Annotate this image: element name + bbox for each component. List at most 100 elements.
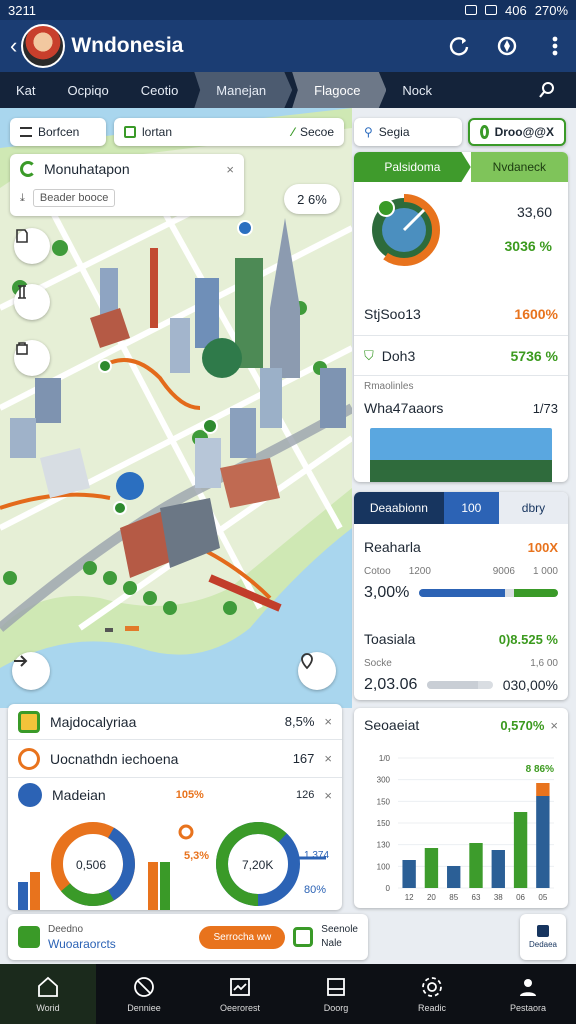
bar xyxy=(469,843,483,888)
search-icon[interactable] xyxy=(522,72,576,108)
tab-flagoce[interactable]: Flagoce xyxy=(292,72,387,108)
arrow-right-icon xyxy=(14,655,28,667)
compass-icon[interactable] xyxy=(496,35,518,57)
donut-charts xyxy=(18,822,326,910)
x-tick-label: 05 xyxy=(538,893,547,902)
profile-icon xyxy=(520,979,536,996)
landscape-photo[interactable] xyxy=(370,428,552,482)
bar xyxy=(513,812,528,888)
city-map[interactable]: Borfcen lortan ⁄ Secoe Monuhatapon × ⤓ B… xyxy=(0,108,352,708)
stats-r2-label: Toasiala xyxy=(364,631,416,647)
pin-icon: ⤓ xyxy=(20,191,25,204)
metrics-row3-label: Madeian xyxy=(52,787,106,803)
stats-r1-big: 3,00% xyxy=(364,584,410,601)
top-tabs: Kat Ocpiqo Ceotio Manejan Flagoce Nock xyxy=(0,72,576,108)
stats-tab-1[interactable]: Deaabionn xyxy=(354,492,444,524)
nav-home[interactable]: Worid xyxy=(0,964,96,1024)
overview-card: Palsidoma Nvdaneck 33,60 3036 % StjSoo13… xyxy=(354,152,568,482)
bottom-nav: Worid Denniee Oeerorest Doorg Readic Pes… xyxy=(0,964,576,1024)
location-info-card[interactable]: Monuhatapon × ⤓ Beader booce xyxy=(10,154,244,216)
donut-pct-1: 5,3% xyxy=(184,850,210,862)
calendar-icon xyxy=(18,783,42,807)
tab-ceotio[interactable]: Ceotio xyxy=(125,72,195,108)
y-tick-label: 100 xyxy=(377,862,391,871)
stats-r2-bar xyxy=(427,681,493,689)
shop-icon xyxy=(16,342,28,355)
info-title: Monuhatapon xyxy=(44,161,130,177)
close-icon[interactable]: × xyxy=(324,751,332,766)
droox-pill[interactable]: Droo@@X xyxy=(468,118,566,146)
nav-block[interactable]: Denniee xyxy=(96,964,192,1024)
stats-tab-2[interactable]: 100 xyxy=(443,492,499,524)
caption-value: 1/73 xyxy=(532,400,558,416)
map-shop-button[interactable] xyxy=(14,340,50,376)
nav-profile[interactable]: Pestaora xyxy=(480,964,576,1024)
map-filter-pill-2[interactable]: lortan ⁄ Secoe xyxy=(114,118,344,146)
metrics-row2-value: 167 xyxy=(292,751,315,766)
close-icon[interactable]: × xyxy=(324,788,332,803)
avatar[interactable] xyxy=(21,24,66,68)
chart-value: 0,570% xyxy=(500,717,545,733)
donut-pct-3: 80% xyxy=(304,884,327,896)
x-tick-label: 20 xyxy=(427,893,436,902)
more-icon[interactable] xyxy=(544,35,566,57)
refresh-icon[interactable] xyxy=(448,35,470,57)
nav-chart[interactable]: Oeerorest xyxy=(192,964,288,1024)
tool-icon: ⁄ xyxy=(291,125,294,139)
segia-pill[interactable]: ⚲ Segia xyxy=(354,118,462,146)
page-title: Wndonesia xyxy=(71,34,184,57)
tag-icon: ⚲ xyxy=(364,125,373,139)
stats-r2-end: 030,00% xyxy=(502,677,558,693)
list-icon xyxy=(20,127,32,137)
grid-icon xyxy=(18,710,40,733)
map-locate-button[interactable] xyxy=(298,652,336,690)
overview-row-value: 1600% xyxy=(514,305,558,322)
document-icon xyxy=(18,747,40,770)
gauge-icon xyxy=(368,194,440,266)
strip-card-a[interactable]: Deedno Wuoaraorcts Serrocha ww Seenole N… xyxy=(8,914,368,960)
layers-icon xyxy=(124,126,136,138)
stats-tab-3[interactable]: dbry xyxy=(498,492,568,524)
bar xyxy=(402,860,416,888)
tab-manejan[interactable]: Manejan xyxy=(194,72,293,108)
card-icon xyxy=(327,978,345,996)
x-tick-label: 38 xyxy=(494,893,503,902)
tab-kat[interactable]: Kat xyxy=(0,72,52,108)
close-icon[interactable]: × xyxy=(324,714,332,729)
close-icon[interactable]: × xyxy=(550,718,558,733)
signal-icon xyxy=(465,5,478,15)
refresh-location-icon xyxy=(20,161,36,177)
y-tick-label: 1/0 xyxy=(379,754,391,763)
metrics-row1-label: Majdocalyriaa xyxy=(50,713,137,730)
bar xyxy=(491,850,505,888)
caption-small: Rmaolinles xyxy=(364,380,414,392)
nav-settings[interactable]: Readic xyxy=(384,964,480,1024)
metrics-row1-value: 8,5% xyxy=(284,714,315,729)
strip-card-c[interactable]: Dedaea xyxy=(520,914,566,960)
x-tick-label: 85 xyxy=(449,893,458,902)
donut1-label: 0,506 xyxy=(76,858,107,872)
nav-card[interactable]: Doorg xyxy=(288,964,384,1024)
map-navigate-button[interactable] xyxy=(12,652,50,690)
bar-chart-card: Seoaeiat 0,570% × 8 86% 0 100 130 150 150 300… xyxy=(354,708,568,908)
stats-r1-value: 100X xyxy=(527,539,558,555)
tab-nock[interactable]: Nock xyxy=(386,72,448,108)
strip-action-button[interactable]: Serrocha ww xyxy=(199,925,286,949)
bar xyxy=(424,848,439,888)
donut2-label: 7,20K xyxy=(242,858,274,872)
back-icon[interactable]: ‹ xyxy=(10,33,17,59)
stats-r2-value: 0)8.525 % xyxy=(498,631,558,647)
map-filter-pill-1[interactable]: Borfcen xyxy=(10,118,106,146)
tab-ocpiqo[interactable]: Ocpiqo xyxy=(52,72,125,108)
map-pin-button[interactable] xyxy=(14,228,50,264)
stats-r2-big: 2,03.06 xyxy=(364,676,418,693)
map-tower-button[interactable] xyxy=(14,284,50,320)
status-time: 3211 xyxy=(8,2,36,18)
stats-r1-bar xyxy=(419,589,558,597)
y-tick-label: 300 xyxy=(377,776,391,785)
tab-nvdaneck[interactable]: Nvdaneck xyxy=(470,152,568,182)
tab-palsidoma[interactable]: Palsidoma xyxy=(354,152,471,182)
close-icon[interactable]: × xyxy=(226,162,234,177)
y-tick-label: 130 xyxy=(377,841,391,850)
block-icon xyxy=(134,977,154,997)
